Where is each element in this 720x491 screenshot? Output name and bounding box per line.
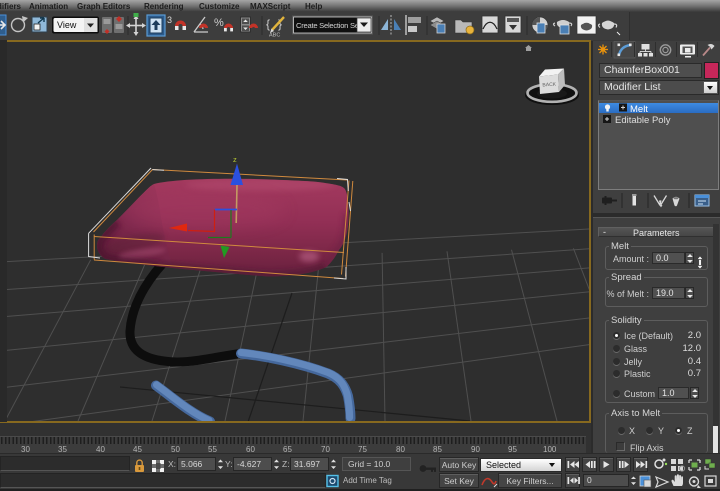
svg-text:{: { [266, 17, 270, 31]
svg-text:z: z [233, 155, 237, 164]
svg-text:View: View [57, 20, 77, 30]
svg-text:3: 3 [167, 15, 172, 25]
svg-text:Create Selection Se: Create Selection Se [296, 21, 359, 30]
svg-text:ABC: ABC [269, 33, 280, 39]
svg-text:BACK: BACK [542, 82, 557, 89]
svg-text:%: % [214, 17, 224, 29]
